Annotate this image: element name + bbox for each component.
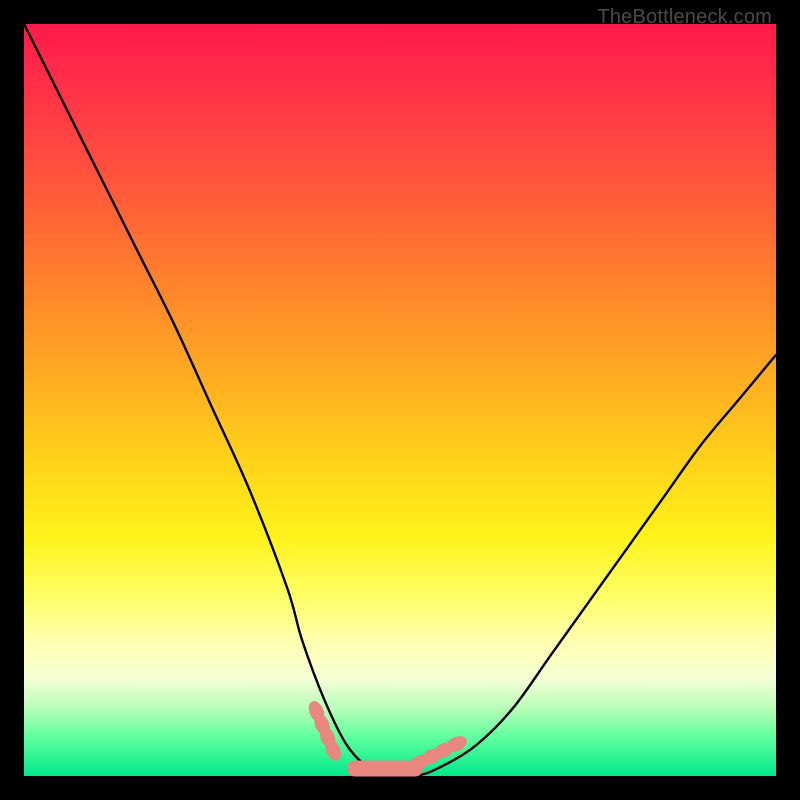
curve-layer bbox=[24, 24, 776, 776]
chart-frame: TheBottleneck.com bbox=[0, 0, 800, 800]
plot-area bbox=[24, 24, 776, 776]
bottleneck-curve bbox=[24, 24, 776, 777]
